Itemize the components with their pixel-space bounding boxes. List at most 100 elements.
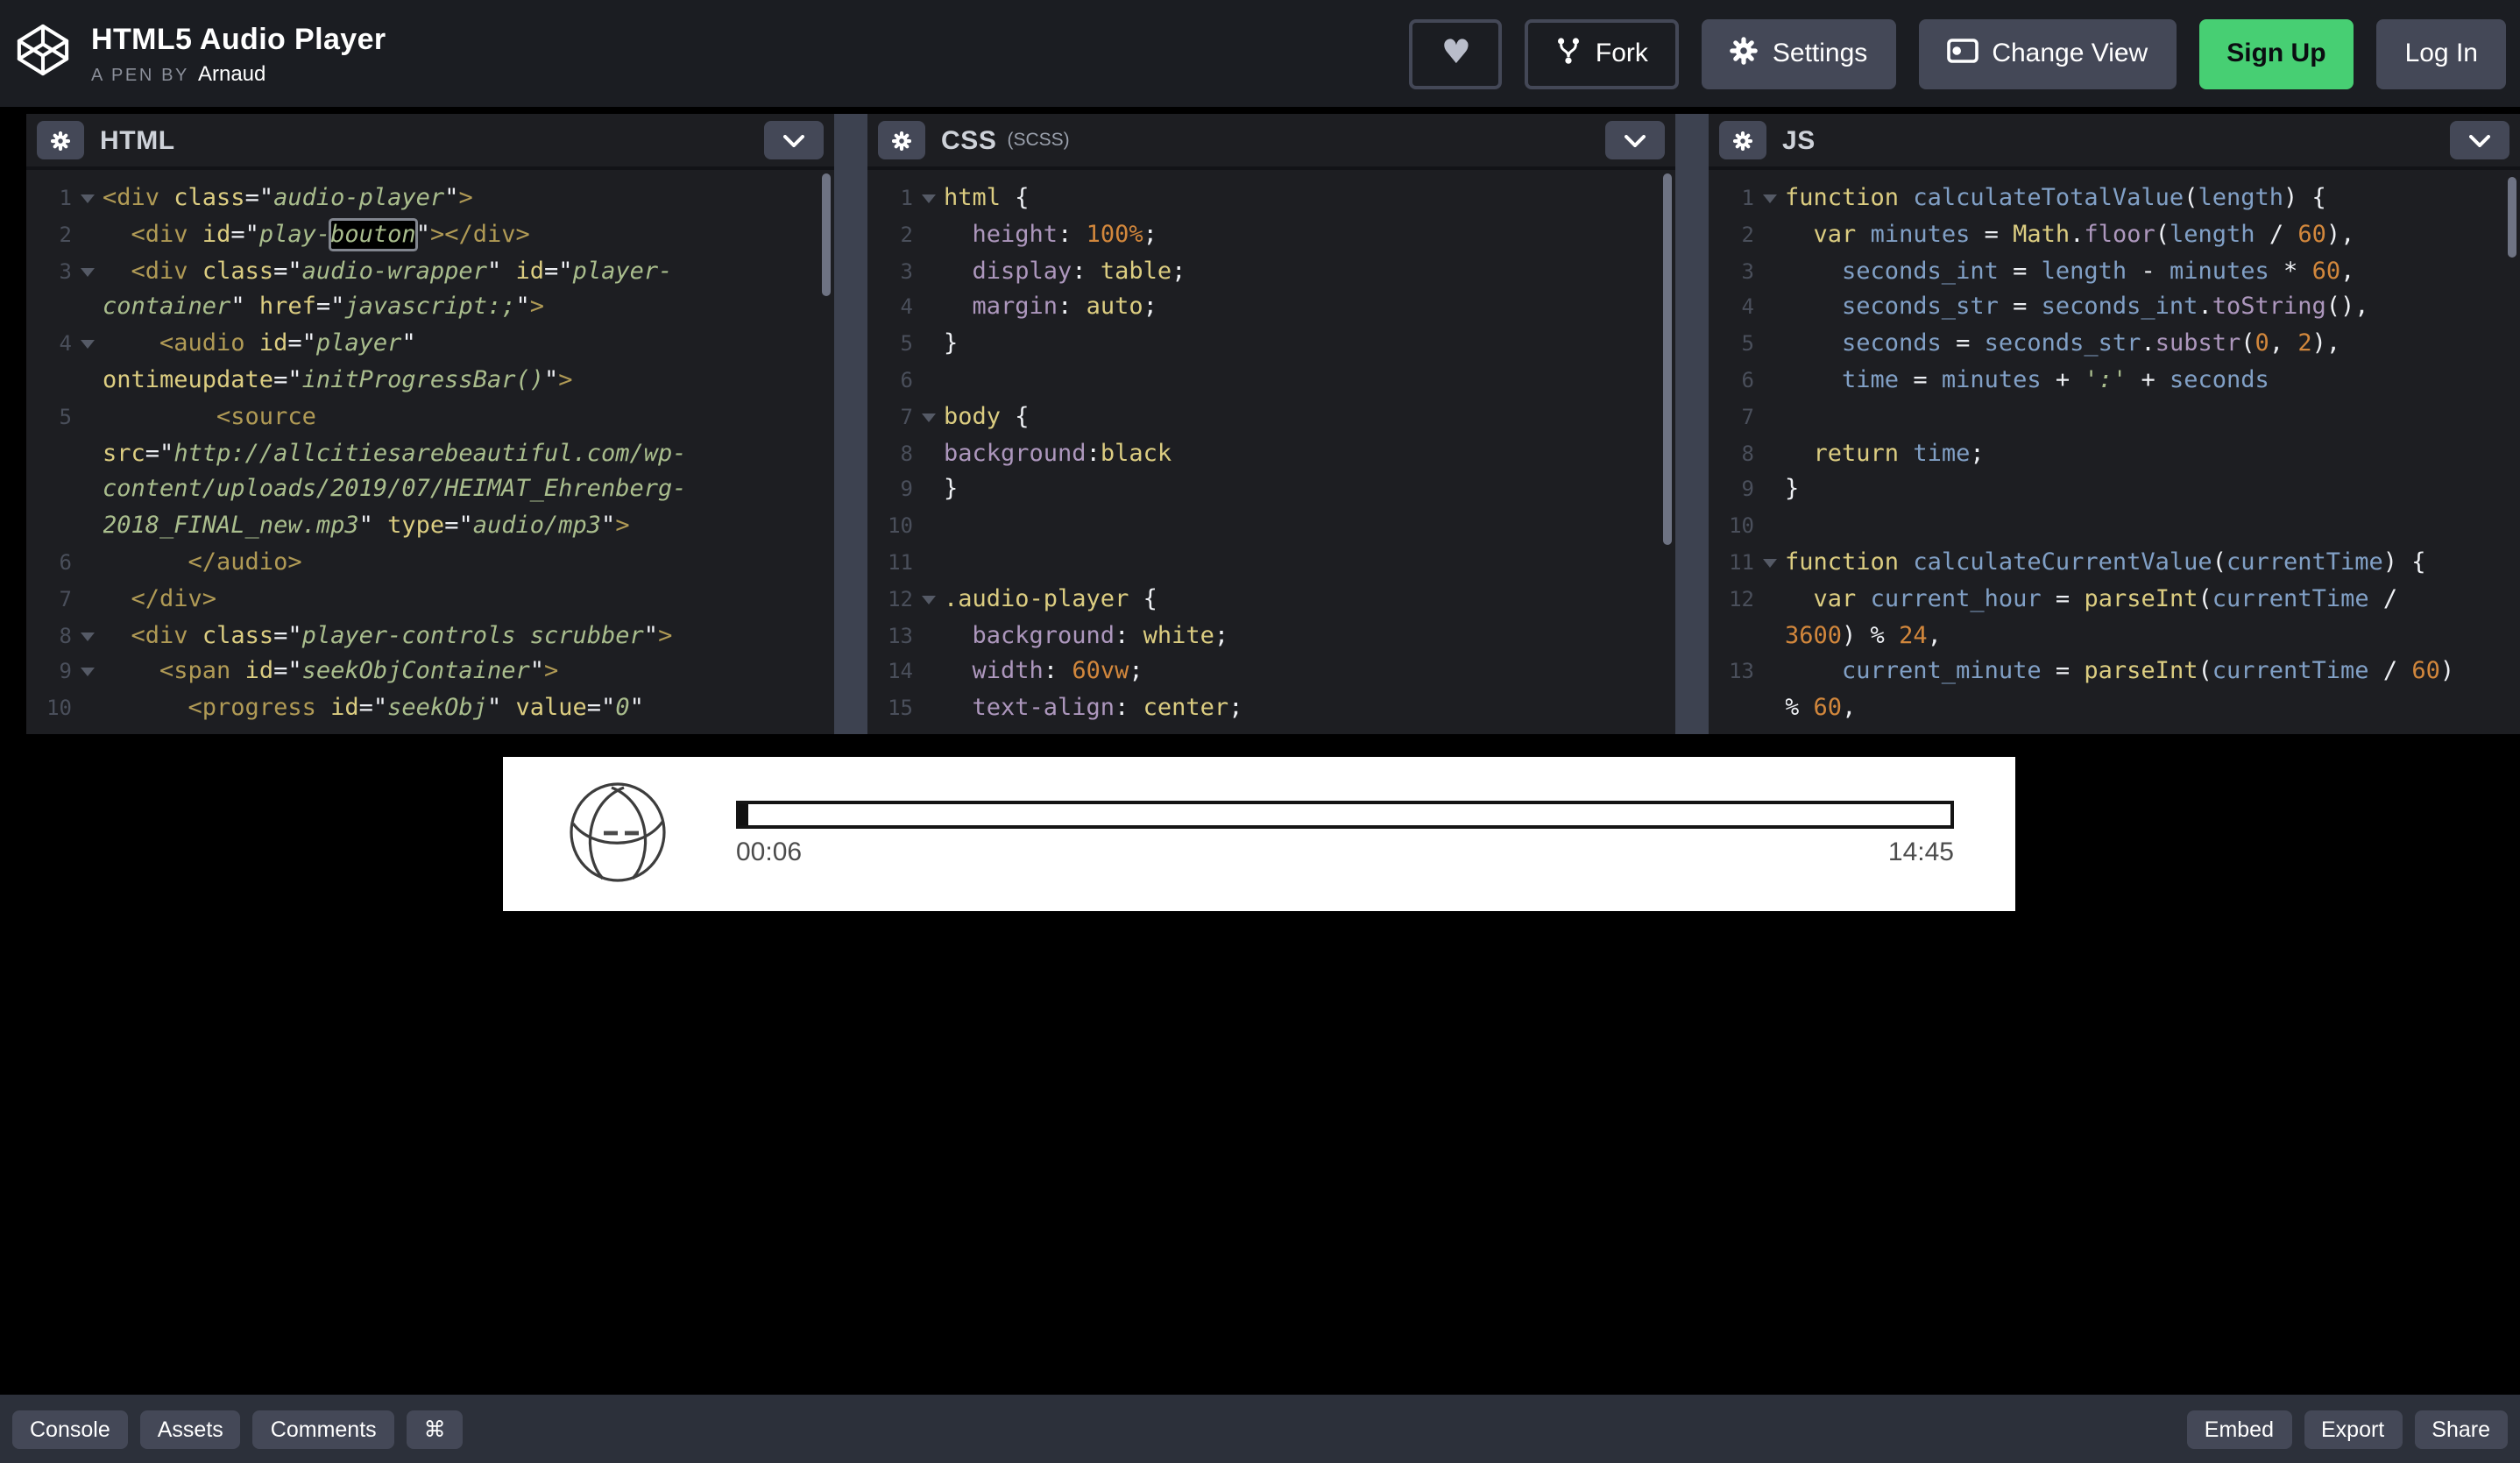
html-code-editor[interactable]: 1<div class="audio-player">2 <div id="pl… [26,170,833,734]
code-line[interactable]: content/uploads/2019/07/HEIMAT_Ehrenberg… [26,472,833,509]
code-line[interactable]: 10 <progress id="seekObj" value="0" [26,690,833,727]
css-code-editor[interactable]: 1html {2 height: 100%;3 display: table;4… [867,170,1674,734]
code-line[interactable]: 2018_FINAL_new.mp3" type="audio/mp3"> [26,508,833,545]
fold-arrow-icon[interactable] [72,618,103,654]
fold-arrow-icon[interactable] [72,180,103,217]
code-line[interactable]: 5 <source [26,399,833,436]
line-number: 13 [867,618,913,654]
code-token: ; [1143,293,1157,322]
js-collapse-button[interactable] [2450,121,2509,159]
change-view-button[interactable]: Change View [1918,18,2176,88]
code-line[interactable]: 8 return time; [1709,435,2520,472]
code-line[interactable]: 3 display: table; [867,253,1674,290]
code-line[interactable]: 15 text-align: center; [867,690,1674,727]
panel-resizer[interactable] [1674,114,1709,734]
css-settings-button[interactable] [878,121,925,159]
log-in-button[interactable]: Log In [2377,18,2506,88]
comments-button[interactable]: Comments [253,1410,394,1448]
console-button[interactable]: Console [12,1410,128,1448]
fold-arrow-icon[interactable] [72,654,103,691]
code-line[interactable]: 7body { [867,399,1674,436]
panel-resizer[interactable] [833,114,867,734]
code-line[interactable]: 6 </audio> [26,545,833,582]
code-line[interactable]: 10 [1709,508,2520,545]
code-line[interactable]: 9 <span id="seekObjContainer"> [26,654,833,691]
code-line[interactable]: 5} [867,326,1674,363]
code-line[interactable]: 2 var minutes = Math.floor(length / 60), [1709,217,2520,254]
js-scrollbar-thumb[interactable] [2508,177,2516,258]
code-line[interactable]: 9} [867,472,1674,509]
css-collapse-button[interactable] [1604,121,1664,159]
code-token: 60 [1814,694,1843,722]
fold-arrow-icon[interactable] [1754,180,1785,217]
fold-arrow-icon[interactable] [913,582,944,618]
code-line[interactable]: ontimeupdate="initProgressBar()"> [26,363,833,399]
fold-arrow-icon[interactable] [1754,545,1785,582]
code-line[interactable]: 8 <div class="player-controls scrubber"> [26,618,833,654]
css-scrollbar-thumb[interactable] [1662,173,1671,545]
code-line[interactable]: 2 height: 100%; [867,217,1674,254]
share-button[interactable]: Share [2414,1410,2508,1448]
code-line[interactable]: 7 </div> [26,582,833,618]
code-line[interactable]: 10 [867,508,1674,545]
code-line[interactable]: 9} [1709,472,2520,509]
code-line[interactable]: 8background:black [867,435,1674,472]
code-line[interactable]: 1function calculateTotalValue(length) { [1709,180,2520,217]
code-token: </div> [103,585,216,613]
sign-up-button[interactable]: Sign Up [2198,18,2354,88]
code-line[interactable]: 4 <audio id="player" [26,326,833,363]
code-token: + [2127,366,2170,394]
code-line[interactable]: 3 seconds_int = length - minutes * 60, [1709,253,2520,290]
html-collapse-button[interactable] [763,121,823,159]
fold-arrow-icon[interactable] [913,399,944,436]
code-line[interactable]: 12 var current_hour = parseInt(currentTi… [1709,582,2520,618]
code-line[interactable]: 4 seconds_str = seconds_int.toString(), [1709,290,2520,327]
code-line[interactable]: 14 width: 60vw; [867,654,1674,691]
code-line[interactable]: 1html { [867,180,1674,217]
code-token: ; [1172,257,1186,285]
code-line[interactable]: 4 margin: auto; [867,290,1674,327]
code-token: / [2255,221,2298,249]
fold-arrow-icon[interactable] [72,326,103,363]
keyboard-shortcuts-button[interactable]: ⌘ [407,1410,464,1448]
code-token: ) % [1842,621,1899,649]
assets-button[interactable]: Assets [140,1410,241,1448]
js-settings-button[interactable] [1719,121,1766,159]
js-code-editor[interactable]: 1function calculateTotalValue(length) {2… [1709,170,2520,734]
code-line[interactable]: 11function calculateCurrentValue(current… [1709,545,2520,582]
progress-bar[interactable] [736,801,1954,829]
code-line[interactable]: 1<div class="audio-player"> [26,180,833,217]
embed-button[interactable]: Embed [2187,1410,2291,1448]
code-line[interactable]: container" href="javascript:;"> [26,290,833,327]
html-settings-button[interactable] [37,121,84,159]
line-number: 11 [867,545,913,582]
fold-arrow-icon[interactable] [913,180,944,217]
codepen-logo-icon[interactable] [16,22,70,85]
code-line[interactable]: 7 [1709,399,2520,436]
code-line[interactable]: 13 current_minute = parseInt(currentTime… [1709,654,2520,691]
code-line[interactable]: 6 [867,363,1674,399]
code-line[interactable]: 11 [867,545,1674,582]
gutter-spacer [72,363,103,399]
export-button[interactable]: Export [2304,1410,2402,1448]
html-scrollbar-thumb[interactable] [821,173,830,296]
code-line[interactable]: % 60, [1709,690,2520,727]
play-button-icon[interactable] [568,781,668,892]
code-line[interactable]: 13 background: white; [867,618,1674,654]
code-line[interactable]: 6 time = minutes + ':' + seconds [1709,363,2520,399]
fold-arrow-icon[interactable] [72,253,103,290]
settings-button[interactable]: Settings [1702,18,1895,88]
code-line[interactable]: src="http://allcitiesarebeautiful.com/wp… [26,435,833,472]
code-line[interactable]: 2 <div id="play-bouton"></div> [26,217,833,254]
code-line[interactable]: 3 <div class="audio-wrapper" id="player- [26,253,833,290]
code-line[interactable]: 12.audio-player { [867,582,1674,618]
code-line[interactable]: 5 seconds = seconds_str.substr(0, 2), [1709,326,2520,363]
code-line[interactable]: 3600) % 24, [1709,618,2520,654]
like-button[interactable]: ♥ [1410,18,1503,88]
code-token: seconds [2170,366,2269,394]
author-link[interactable]: Arnaud [198,60,265,85]
code-token: table [1101,257,1172,285]
fork-button[interactable]: Fork [1525,18,1680,88]
line-number: 15 [867,690,913,727]
code-token: href [259,293,316,322]
